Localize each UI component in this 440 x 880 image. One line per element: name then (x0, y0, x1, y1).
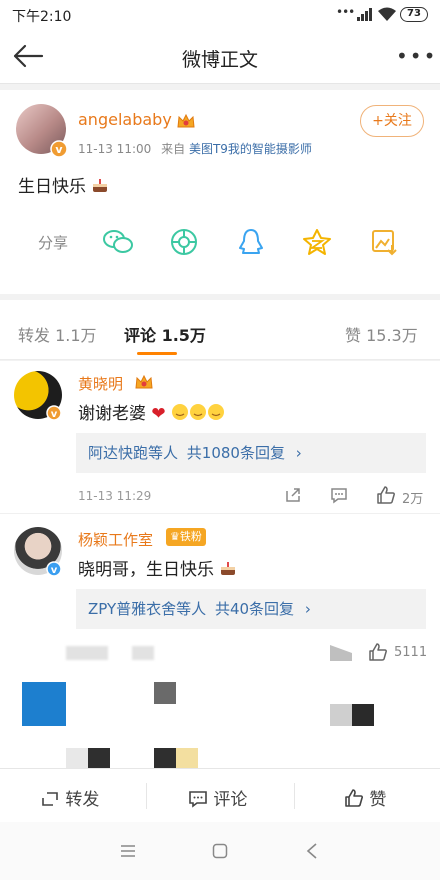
fan-badge-label: 铁粉 (179, 530, 202, 543)
home-icon[interactable] (212, 843, 228, 859)
placeholder-block (154, 748, 176, 768)
placeholder-block (132, 646, 154, 660)
smile-emoji-icon (172, 404, 225, 420)
placeholder-shape (330, 645, 352, 661)
placeholder-block (330, 704, 352, 726)
heart-emoji-icon: ❤ (151, 404, 166, 424)
comment-divider (0, 513, 440, 514)
back-icon[interactable] (306, 843, 318, 859)
placeholder-block (88, 748, 110, 768)
placeholder-block (352, 704, 374, 726)
svg-text:v: v (51, 409, 58, 420)
tab-comments[interactable]: 评论 1.5万 (124, 322, 206, 346)
post-card: v angelababy +关注 11-13 11:00 来自 美图T9我的智能… (0, 90, 440, 294)
comment-body: 晓明哥，生日快乐 (78, 560, 214, 580)
like-icon[interactable] (376, 485, 396, 505)
reply-users: 阿达快跑等人 (88, 444, 179, 462)
bottom-action-bar: 转发 评论 赞 (0, 768, 440, 822)
repost-icon (42, 792, 58, 806)
comment-body: 谢谢老婆 (78, 404, 146, 424)
status-time: 下午2:10 (12, 9, 72, 25)
follow-button[interactable]: +关注 (360, 105, 424, 137)
svg-text:v: v (51, 565, 58, 576)
signal-icon (357, 8, 372, 21)
post-tabs: 转发 1.1万 评论 1.5万 赞 15.3万 (0, 300, 440, 360)
menu-icon[interactable] (120, 844, 136, 858)
commenter-name[interactable]: 杨颖工作室 (78, 529, 153, 550)
like-button[interactable]: 赞 (344, 785, 386, 810)
cake-emoji-icon (93, 179, 108, 192)
post-time: 11-13 11:00 (78, 142, 152, 156)
placeholder-block (66, 748, 88, 768)
comment-text: 晓明哥，生日快乐 (78, 555, 237, 580)
share-label: 分享 (38, 234, 69, 252)
notification-dots-icon: ••• (336, 5, 355, 19)
verified-badge-icon: v (50, 140, 68, 158)
placeholder-block (154, 682, 176, 704)
save-image-icon[interactable] (370, 228, 398, 256)
comment-label: 评论 (213, 790, 248, 810)
chevron-right-icon: › (295, 444, 302, 462)
reply-summary[interactable]: 阿达快跑等人 共1080条回复 › (76, 433, 426, 473)
placeholder-block (22, 682, 66, 726)
verified-badge-icon: v (46, 405, 62, 421)
repost-label: 转发 (65, 790, 100, 810)
active-tab-indicator (137, 352, 177, 355)
comment-list: v 黄晓明 谢谢老婆 ❤ 阿达快跑等人 共1080条回复 › 11-13 11:… (0, 361, 440, 768)
system-nav-bar (0, 822, 440, 880)
repost-button[interactable]: 转发 (40, 785, 99, 810)
tab-likes[interactable]: 赞 15.3万 (345, 322, 418, 346)
placeholder-block (176, 748, 198, 768)
author-name[interactable]: angelababy (78, 110, 172, 129)
verified-badge-icon: v (46, 561, 62, 577)
divider (294, 783, 295, 809)
fan-badge: ♛铁粉 (166, 528, 206, 546)
comment-icon (189, 791, 207, 808)
reply-summary[interactable]: ZPY普雅衣舍等人 共40条回复 › (76, 589, 426, 629)
svg-text:v: v (55, 143, 63, 156)
wifi-icon (378, 7, 396, 21)
share-icon[interactable] (284, 486, 302, 504)
post-content: 生日快乐 (18, 172, 109, 197)
page-title: 微博正文 (181, 49, 258, 71)
crown-icon (177, 113, 195, 128)
tab-repost[interactable]: 转发 1.1万 (18, 322, 97, 346)
comment-text: 谢谢老婆 ❤ (78, 399, 225, 424)
cake-emoji-icon (221, 562, 236, 575)
like-label: 赞 (369, 790, 387, 810)
divider (146, 783, 147, 809)
moments-icon[interactable] (170, 228, 198, 256)
status-bar: 下午2:10 ••• 73 (0, 0, 440, 30)
comment-like-count: 2万 (402, 492, 424, 507)
reply-users: ZPY普雅衣舍等人 (88, 600, 207, 618)
reply-count: 共1080条回复 (186, 444, 285, 462)
post-meta: 11-13 11:00 来自 美图T9我的智能摄影师 (78, 140, 312, 157)
reply-count: 共40条回复 (214, 600, 295, 618)
comment-like-count: 5111 (394, 645, 428, 660)
qq-icon[interactable] (238, 228, 264, 256)
post-text: 生日快乐 (18, 177, 86, 197)
like-icon[interactable] (368, 642, 388, 662)
comment-time: 11-13 11:29 (78, 489, 152, 503)
wechat-icon[interactable] (102, 228, 134, 256)
commenter-name[interactable]: 黄晓明 (78, 373, 123, 394)
comment-button[interactable]: 评论 (188, 785, 247, 810)
chevron-right-icon: › (304, 600, 311, 618)
placeholder-block (66, 646, 108, 660)
qzone-icon[interactable] (302, 228, 332, 256)
battery-icon: 73 (400, 7, 428, 22)
like-icon (345, 789, 363, 807)
nav-bar: 微博正文 ••• (0, 30, 440, 84)
post-from-label: 来自 (161, 142, 186, 156)
more-icon[interactable]: ••• (396, 44, 437, 68)
crown-icon (135, 374, 153, 389)
comment-icon[interactable] (330, 486, 348, 504)
post-source[interactable]: 美图T9我的智能摄影师 (189, 142, 312, 156)
